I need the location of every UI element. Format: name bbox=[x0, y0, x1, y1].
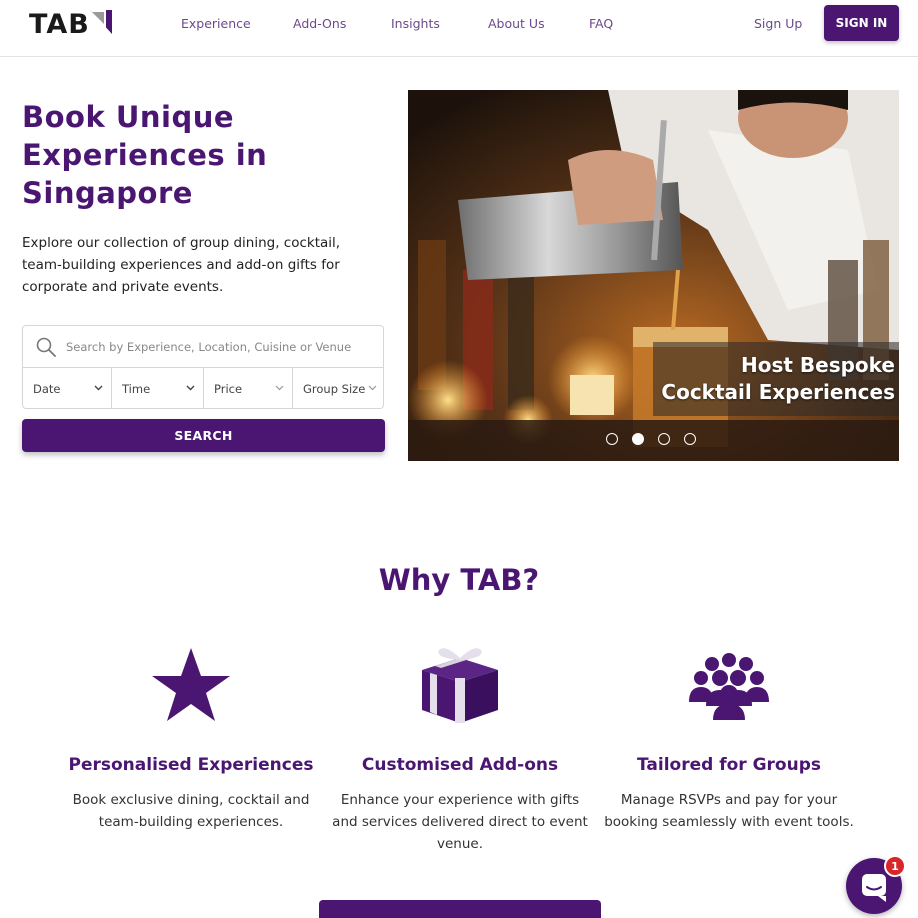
price-select[interactable]: Price bbox=[204, 368, 293, 409]
search-row bbox=[23, 326, 383, 368]
nav-about-us[interactable]: About Us bbox=[488, 16, 545, 31]
logo-mark-icon bbox=[89, 10, 112, 34]
hero-title: Book Unique Experiences in Singapore bbox=[22, 100, 268, 210]
why-section-title: Why TAB? bbox=[378, 563, 540, 597]
nav-experience[interactable]: Experience bbox=[181, 16, 251, 31]
feature-title: Tailored for Groups bbox=[637, 755, 821, 775]
time-select[interactable]: Time bbox=[112, 368, 204, 409]
chevron-down-icon bbox=[186, 385, 195, 391]
date-select[interactable]: Date bbox=[23, 368, 112, 409]
carousel-dot[interactable] bbox=[658, 433, 670, 445]
chevron-down-icon bbox=[368, 385, 377, 391]
nav-faq[interactable]: FAQ bbox=[589, 16, 613, 31]
hero-description: Explore our collection of group dining, … bbox=[22, 235, 341, 295]
tab-logo[interactable]: TAB bbox=[29, 8, 112, 40]
date-label: Date bbox=[33, 382, 61, 396]
chat-unread-badge: 1 bbox=[884, 855, 906, 877]
feature-groups: Tailored for Groups Manage RSVPs and pay… bbox=[599, 640, 859, 833]
carousel-dots bbox=[606, 433, 696, 445]
caption-line-2: Cocktail Experiences bbox=[661, 380, 895, 404]
search-panel: Date Time Price Group Size bbox=[22, 325, 384, 409]
feature-description: Enhance your experience with gifts and s… bbox=[332, 792, 588, 852]
hero-carousel[interactable]: Host Bespoke Cocktail Experiences bbox=[408, 90, 899, 461]
sign-in-button[interactable]: SIGN IN bbox=[824, 5, 899, 41]
chevron-down-icon bbox=[275, 385, 284, 391]
caption-line-1: Host Bespoke bbox=[740, 353, 895, 377]
nav-insights[interactable]: Insights bbox=[391, 16, 440, 31]
carousel-caption: Host Bespoke Cocktail Experiences bbox=[655, 352, 895, 406]
group-icon bbox=[689, 653, 769, 720]
feature-add-ons: Customised Add-ons Enhance your experien… bbox=[330, 640, 590, 855]
search-icon bbox=[36, 337, 56, 357]
chevron-down-icon bbox=[94, 385, 103, 391]
feature-title: Customised Add-ons bbox=[361, 755, 559, 775]
feature-title: Personalised Experiences bbox=[68, 755, 314, 775]
search-button[interactable]: SEARCH bbox=[22, 419, 385, 452]
star-icon bbox=[152, 648, 230, 721]
feature-personalised: Personalised Experiences Book exclusive … bbox=[61, 640, 321, 833]
carousel-dot-active[interactable] bbox=[632, 433, 644, 445]
explore-button[interactable] bbox=[319, 900, 601, 918]
site-header: TAB Experience Add-Ons Insights About Us… bbox=[0, 0, 918, 57]
carousel-dot[interactable] bbox=[606, 433, 618, 445]
logo-text: TAB bbox=[29, 8, 90, 40]
group-size-label: Group Size bbox=[303, 382, 366, 396]
feature-description: Manage RSVPs and pay for your booking se… bbox=[604, 792, 854, 830]
group-size-select[interactable]: Group Size bbox=[293, 368, 384, 409]
nav-add-ons[interactable]: Add-Ons bbox=[293, 16, 346, 31]
gift-icon bbox=[422, 648, 498, 723]
search-input[interactable] bbox=[66, 337, 366, 357]
price-label: Price bbox=[214, 382, 243, 396]
feature-description: Book exclusive dining, cocktail and team… bbox=[72, 792, 310, 830]
time-label: Time bbox=[122, 382, 151, 396]
carousel-dot[interactable] bbox=[684, 433, 696, 445]
sign-up-link[interactable]: Sign Up bbox=[754, 16, 802, 31]
